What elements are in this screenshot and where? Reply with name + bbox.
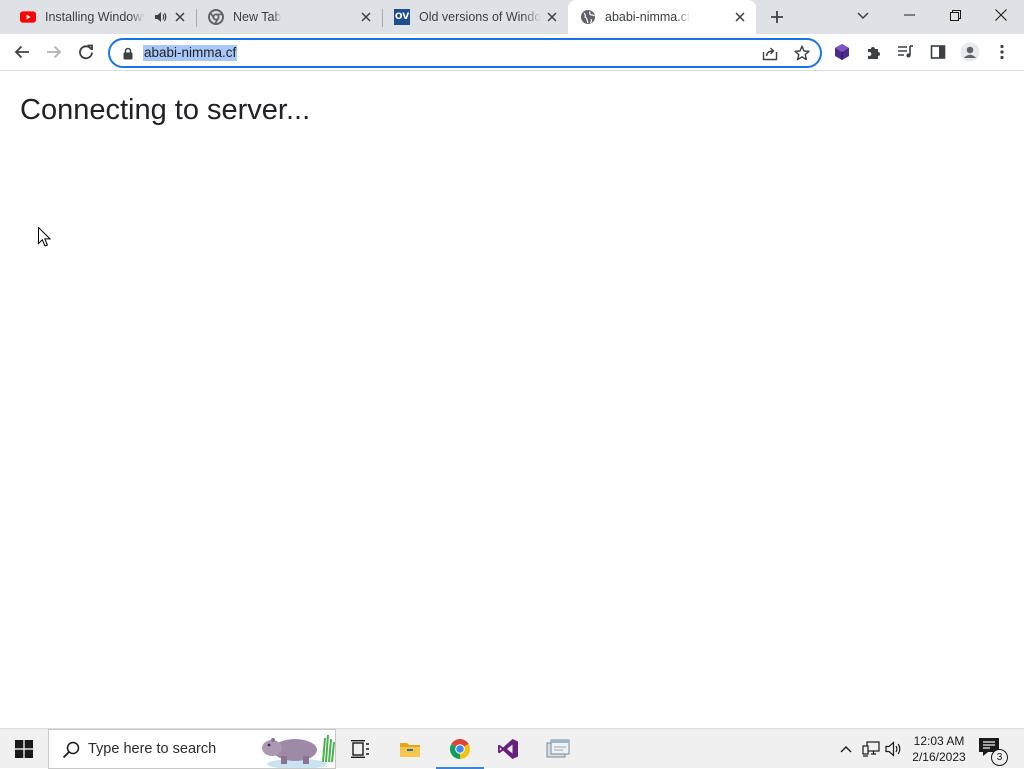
arrow-left-icon xyxy=(14,45,29,59)
restore-icon xyxy=(949,9,961,21)
system-clock[interactable]: 12:03 AM 2/16/2023 xyxy=(906,733,972,765)
chrome-taskbar-button[interactable] xyxy=(436,729,484,769)
chevron-down-icon xyxy=(857,12,869,20)
tab-title: ababi-nimma.cf xyxy=(605,10,691,24)
speaker-icon[interactable] xyxy=(152,9,168,25)
media-control-button[interactable] xyxy=(892,38,920,66)
tab-title: Installing Windows xyxy=(45,10,145,24)
more-vert-icon xyxy=(1000,44,1004,60)
volume-button[interactable] xyxy=(884,739,904,759)
tab-title: Old versions of Windo xyxy=(419,10,542,24)
close-tab-icon[interactable] xyxy=(358,9,374,25)
tab-title: New Tab xyxy=(233,10,282,24)
action-center-button[interactable]: 3 xyxy=(978,737,1008,766)
extensions-button[interactable] xyxy=(860,38,888,66)
chrome-icon xyxy=(208,9,224,25)
chevron-up-icon xyxy=(840,746,852,753)
windows-logo-icon xyxy=(15,740,33,758)
plus-icon xyxy=(771,11,783,23)
minimize-button[interactable] xyxy=(886,0,932,30)
mouse-pointer-icon xyxy=(38,226,52,252)
page-heading: Connecting to server... xyxy=(20,94,311,126)
menu-button[interactable] xyxy=(988,38,1016,66)
browser-toolbar: ababi-nimma.cf xyxy=(0,34,1024,71)
bookmark-star-icon[interactable] xyxy=(793,44,811,62)
window-app-icon xyxy=(546,739,570,758)
restore-button[interactable] xyxy=(932,0,978,30)
share-icon[interactable] xyxy=(761,44,779,62)
close-icon xyxy=(995,9,1007,21)
folder-icon xyxy=(400,743,420,757)
visual-studio-button[interactable] xyxy=(484,729,532,769)
media-queue-icon xyxy=(898,45,913,58)
taskbar: Type here to search 12:03 AM 2/16/2023 3 xyxy=(0,728,1024,769)
file-explorer-button[interactable] xyxy=(386,729,434,769)
globe-icon xyxy=(580,9,596,25)
minimize-icon xyxy=(903,14,915,16)
search-icon xyxy=(62,741,80,759)
close-tab-icon[interactable] xyxy=(172,9,188,25)
close-tab-icon[interactable] xyxy=(732,9,748,25)
back-button[interactable] xyxy=(8,38,36,66)
task-view-button[interactable] xyxy=(336,729,384,769)
extension-logo-icon xyxy=(835,44,849,60)
arrow-right-icon xyxy=(47,45,62,59)
close-window-button[interactable] xyxy=(978,0,1024,30)
chrome-logo-icon xyxy=(450,739,470,759)
speaker-icon xyxy=(885,741,901,757)
tab-strip: Installing Windows New Tab OV Old versio… xyxy=(0,0,1024,34)
avatar-icon xyxy=(960,42,980,62)
network-icon xyxy=(862,741,880,757)
new-tab-button[interactable] xyxy=(764,5,790,29)
side-panel-button[interactable] xyxy=(924,38,952,66)
extension-button[interactable] xyxy=(828,38,856,66)
youtube-icon xyxy=(20,9,36,25)
url-text[interactable]: ababi-nimma.cf xyxy=(143,45,238,61)
visual-studio-icon xyxy=(498,739,518,759)
side-panel-icon xyxy=(930,45,946,59)
clock-time: 12:03 AM xyxy=(913,734,965,748)
start-button[interactable] xyxy=(0,729,48,769)
close-tab-icon[interactable] xyxy=(544,9,560,25)
clock-date: 2/16/2023 xyxy=(912,750,966,764)
hippo-illustration-icon xyxy=(262,734,335,768)
tab-old-versions[interactable]: OV Old versions of Windo xyxy=(382,0,568,34)
network-button[interactable] xyxy=(861,739,881,759)
search-placeholder: Type here to search xyxy=(88,741,217,757)
profile-button[interactable] xyxy=(956,38,984,66)
ov-icon: OV xyxy=(394,9,410,25)
task-view-icon xyxy=(351,740,369,758)
tab-installing-windows[interactable]: Installing Windows xyxy=(8,0,196,34)
forward-button[interactable] xyxy=(40,38,68,66)
lock-icon[interactable] xyxy=(121,45,135,61)
reload-icon xyxy=(79,44,93,60)
taskbar-search-box[interactable]: Type here to search xyxy=(48,729,336,769)
tab-ababi-nimma[interactable]: ababi-nimma.cf xyxy=(568,0,756,34)
reload-button[interactable] xyxy=(72,38,100,66)
notification-count-badge: 3 xyxy=(991,749,1008,766)
puzzle-icon xyxy=(868,47,880,59)
address-bar[interactable]: ababi-nimma.cf xyxy=(108,38,822,68)
tab-new-tab[interactable]: New Tab xyxy=(196,0,382,34)
show-hidden-icons-button[interactable] xyxy=(836,739,856,759)
app-taskbar-button[interactable] xyxy=(534,729,582,769)
tab-search-button[interactable] xyxy=(850,5,876,27)
